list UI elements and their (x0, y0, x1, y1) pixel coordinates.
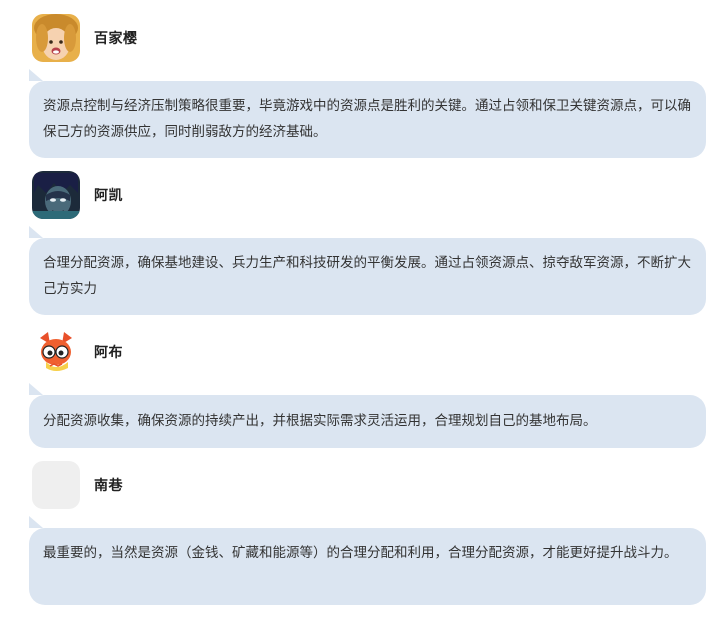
commenter-name[interactable]: 阿布 (94, 342, 123, 362)
anime-boy-avatar-icon[interactable] (32, 171, 80, 219)
comment-header: 百家樱 (32, 14, 138, 62)
comment-header: 阿凯 (32, 171, 123, 219)
comment-bubble: 最重要的，当然是资源（金钱、矿藏和能源等）的合理分配和利用，合理分配资源，才能更… (29, 516, 706, 605)
cartoon-fox-avatar-icon[interactable] (32, 328, 80, 376)
child-photo-avatar-icon[interactable] (32, 14, 80, 62)
comment-header: 阿布 (32, 328, 123, 376)
comment-bubble: 合理分配资源，确保基地建设、兵力生产和科技研发的平衡发展。通过占领资源点、掠夺敌… (29, 226, 706, 315)
commenter-name[interactable]: 百家樱 (94, 28, 138, 48)
comment-header: 南巷 (32, 461, 123, 509)
comment-bubble: 分配资源收集，确保资源的持续产出，并根据实际需求灵活运用，合理规划自己的基地布局… (29, 383, 706, 448)
commenter-name[interactable]: 阿凯 (94, 185, 123, 205)
comment-thread: 百家樱 资源点控制与经济压制策略很重要，毕竟游戏中的资源点是胜利的关键。通过占领… (0, 0, 717, 622)
blank-avatar-icon[interactable] (32, 461, 80, 509)
comment-text: 最重要的，当然是资源（金钱、矿藏和能源等）的合理分配和利用，合理分配资源，才能更… (43, 545, 678, 561)
comment-text: 合理分配资源，确保基地建设、兵力生产和科技研发的平衡发展。通过占领资源点、掠夺敌… (43, 255, 691, 297)
comment-text: 资源点控制与经济压制策略很重要，毕竟游戏中的资源点是胜利的关键。通过占领和保卫关… (43, 98, 691, 140)
commenter-name[interactable]: 南巷 (94, 475, 123, 495)
comment-text: 分配资源收集，确保资源的持续产出，并根据实际需求灵活运用，合理规划自己的基地布局… (43, 413, 597, 429)
comment-bubble: 资源点控制与经济压制策略很重要，毕竟游戏中的资源点是胜利的关键。通过占领和保卫关… (29, 69, 706, 158)
